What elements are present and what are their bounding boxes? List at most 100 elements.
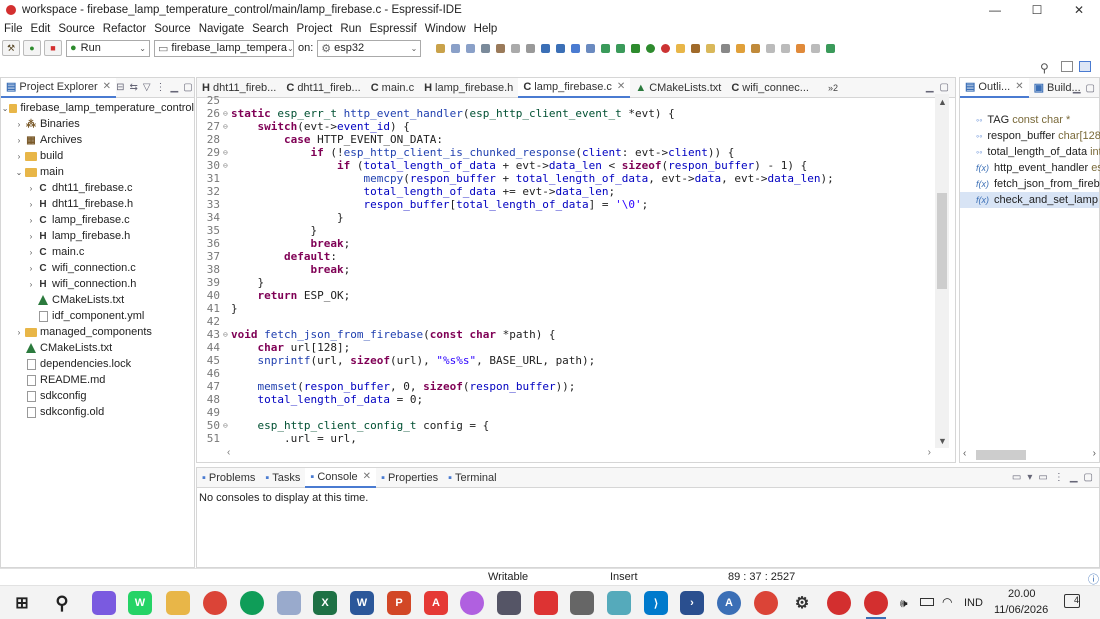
chevron-right-icon[interactable]: › (25, 232, 37, 241)
pin-console-icon[interactable]: ▾ (1027, 472, 1032, 483)
menu-window[interactable]: Window (421, 23, 470, 35)
refresh-icon[interactable] (601, 43, 611, 53)
gear-icon[interactable] (631, 43, 641, 53)
view-menu-icon[interactable]: ⋮ (156, 82, 166, 93)
open-perspective-icon[interactable] (1060, 61, 1073, 72)
code-line[interactable]: 36 break; (199, 237, 935, 250)
tree-item[interactable]: › ▦ Archives (1, 132, 194, 148)
clock-time[interactable]: 20.00 (1008, 588, 1036, 600)
scroll-left-icon[interactable]: ‹ (963, 448, 966, 459)
chevron-right-icon[interactable]: › (13, 328, 25, 337)
code-line[interactable]: 45 snprintf(url, sizeof(url), "%s%s", BA… (199, 354, 935, 367)
c-perspective-icon[interactable] (1078, 61, 1091, 72)
perspective-icon[interactable] (826, 43, 836, 53)
code-line[interactable]: 50 ⊖ esp_http_client_config_t config = { (199, 419, 935, 432)
tab-console[interactable]: ▪ Console ✕ (305, 467, 377, 488)
code-line[interactable]: 25 (199, 94, 935, 107)
editor-scroll-thumb[interactable] (937, 193, 947, 289)
launch-mode-select[interactable]: ● Run ⌄ (66, 39, 150, 57)
folder-open-icon[interactable] (676, 43, 686, 53)
menu-refactor[interactable]: Refactor (99, 23, 150, 35)
outline-item[interactable]: f(x)check_and_set_lampvoid (960, 192, 1099, 208)
open-console-icon[interactable]: ▭ (1038, 472, 1047, 483)
outline-item[interactable]: ◦◦ respon_buffer char[128] (960, 128, 1100, 144)
search-tool-icon[interactable] (691, 43, 701, 53)
tree-item[interactable]: › Cwifi_connection.c (1, 260, 194, 276)
code-line[interactable]: 30 ⊖ if (total_length_of_data + evt->data… (199, 159, 935, 172)
fold-icon[interactable]: ⊖ (223, 328, 228, 341)
powerpoint-icon[interactable]: P (387, 591, 411, 615)
chrome-active-icon[interactable] (754, 591, 778, 615)
minimize-view-icon[interactable]: ▁ (1073, 83, 1081, 94)
chrome-icon[interactable] (203, 591, 227, 615)
view-menu-icon[interactable]: ⋮ (1054, 472, 1064, 483)
launch-config-select[interactable]: ▭ firebase_lamp_tempera ⌄ (154, 39, 294, 57)
code-line[interactable]: 48 total_length_of_data = 0; (199, 393, 935, 406)
maximize-view-icon[interactable]: ▢ (1086, 83, 1095, 94)
tree-item[interactable]: › Cdht11_firebase.c (1, 180, 194, 196)
monitor-icon[interactable] (541, 43, 551, 53)
pen-icon[interactable] (277, 591, 301, 615)
tab-problems[interactable]: ▪ Problems (197, 468, 260, 488)
vscode-icon[interactable]: ⟩ (644, 591, 668, 615)
code-line[interactable]: 44 char url[128]; (199, 341, 935, 354)
filter-icon[interactable]: ▽ (143, 82, 151, 93)
code-line[interactable]: 26 ⊖ static esp_err_t http_event_handler(e… (199, 107, 935, 120)
tree-item[interactable]: › Cmain.c (1, 244, 194, 260)
menu-source[interactable]: Source (54, 23, 98, 35)
chevron-right-icon[interactable]: › (25, 184, 37, 193)
forward-icon[interactable] (781, 43, 791, 53)
maximize-view-icon[interactable]: ▢ (940, 82, 949, 93)
maps-icon[interactable] (460, 591, 484, 615)
code-line[interactable]: 41} (199, 302, 935, 315)
chrome-profile-icon[interactable] (240, 591, 264, 615)
back-icon[interactable] (766, 43, 776, 53)
fold-icon[interactable]: ⊖ (223, 159, 228, 172)
code-line[interactable]: 49 (199, 406, 935, 419)
tab-terminal[interactable]: ▪ Terminal (443, 468, 501, 488)
undo-icon[interactable] (526, 43, 536, 53)
maximize-view-icon[interactable]: ▢ (183, 82, 192, 93)
close-icon[interactable]: ✕ (363, 471, 371, 482)
clock-date[interactable]: 11/06/2026 (994, 604, 1048, 616)
outline-horizontal-scrollbar[interactable] (976, 450, 1026, 460)
menuconfig-icon[interactable] (586, 43, 596, 53)
history-forward-icon[interactable] (811, 43, 821, 53)
tree-item[interactable]: › managed_components (1, 324, 194, 340)
word-icon[interactable]: W (350, 591, 374, 615)
tab-project-explorer[interactable]: ▤ Project Explorer ✕ (1, 77, 117, 98)
tree-item[interactable]: › build (1, 148, 194, 164)
code-line[interactable]: 47 memset(respon_buffer, 0, sizeof(respo… (199, 380, 935, 393)
maximize-button[interactable]: ☐ (1016, 0, 1058, 20)
tree-item[interactable]: ⌄ main (1, 164, 194, 180)
tabs-overflow-indicator[interactable]: »2 (828, 83, 838, 93)
code-line[interactable]: 40 return ESP_OK; (199, 289, 935, 302)
save-icon[interactable] (451, 43, 461, 53)
volume-icon[interactable]: 🕪 (900, 596, 908, 611)
code-line[interactable]: 29 ⊖ if (!esp_http_client_is_chunked_resp… (199, 146, 935, 159)
code-line[interactable]: 34 } (199, 211, 935, 224)
chevron-right-icon[interactable]: › (25, 216, 37, 225)
chevron-right-icon[interactable]: › (13, 136, 25, 145)
chevron-right-icon[interactable]: › (25, 264, 37, 273)
menu-project[interactable]: Project (293, 23, 337, 35)
menu-help[interactable]: Help (470, 23, 502, 35)
tree-item[interactable]: › Hdht11_firebase.h (1, 196, 194, 212)
chevron-right-icon[interactable]: › (25, 280, 37, 289)
code-editor[interactable]: 25 26 ⊖ static esp_err_t http_event_handler… (199, 94, 935, 448)
close-button[interactable]: ✕ (1058, 0, 1100, 20)
snipping-icon[interactable] (534, 591, 558, 615)
display-console-icon[interactable]: ▭ (1012, 472, 1021, 483)
tab-properties[interactable]: ▪ Properties (376, 468, 443, 488)
excel-icon[interactable]: X (313, 591, 337, 615)
scroll-down-icon[interactable]: ▼ (938, 436, 947, 446)
tree-item[interactable]: › Hwifi_connection.h (1, 276, 194, 292)
chevron-down-icon[interactable]: ⌄ (13, 168, 25, 177)
scroll-right-icon[interactable]: › (928, 447, 931, 458)
flash-icon[interactable] (556, 43, 566, 53)
calculator-icon[interactable] (570, 591, 594, 615)
settings-icon[interactable] (616, 43, 626, 53)
wifi-icon[interactable]: ◠ (942, 595, 952, 609)
powershell-icon[interactable]: › (680, 591, 704, 615)
scroll-right-icon[interactable]: › (1093, 448, 1096, 459)
